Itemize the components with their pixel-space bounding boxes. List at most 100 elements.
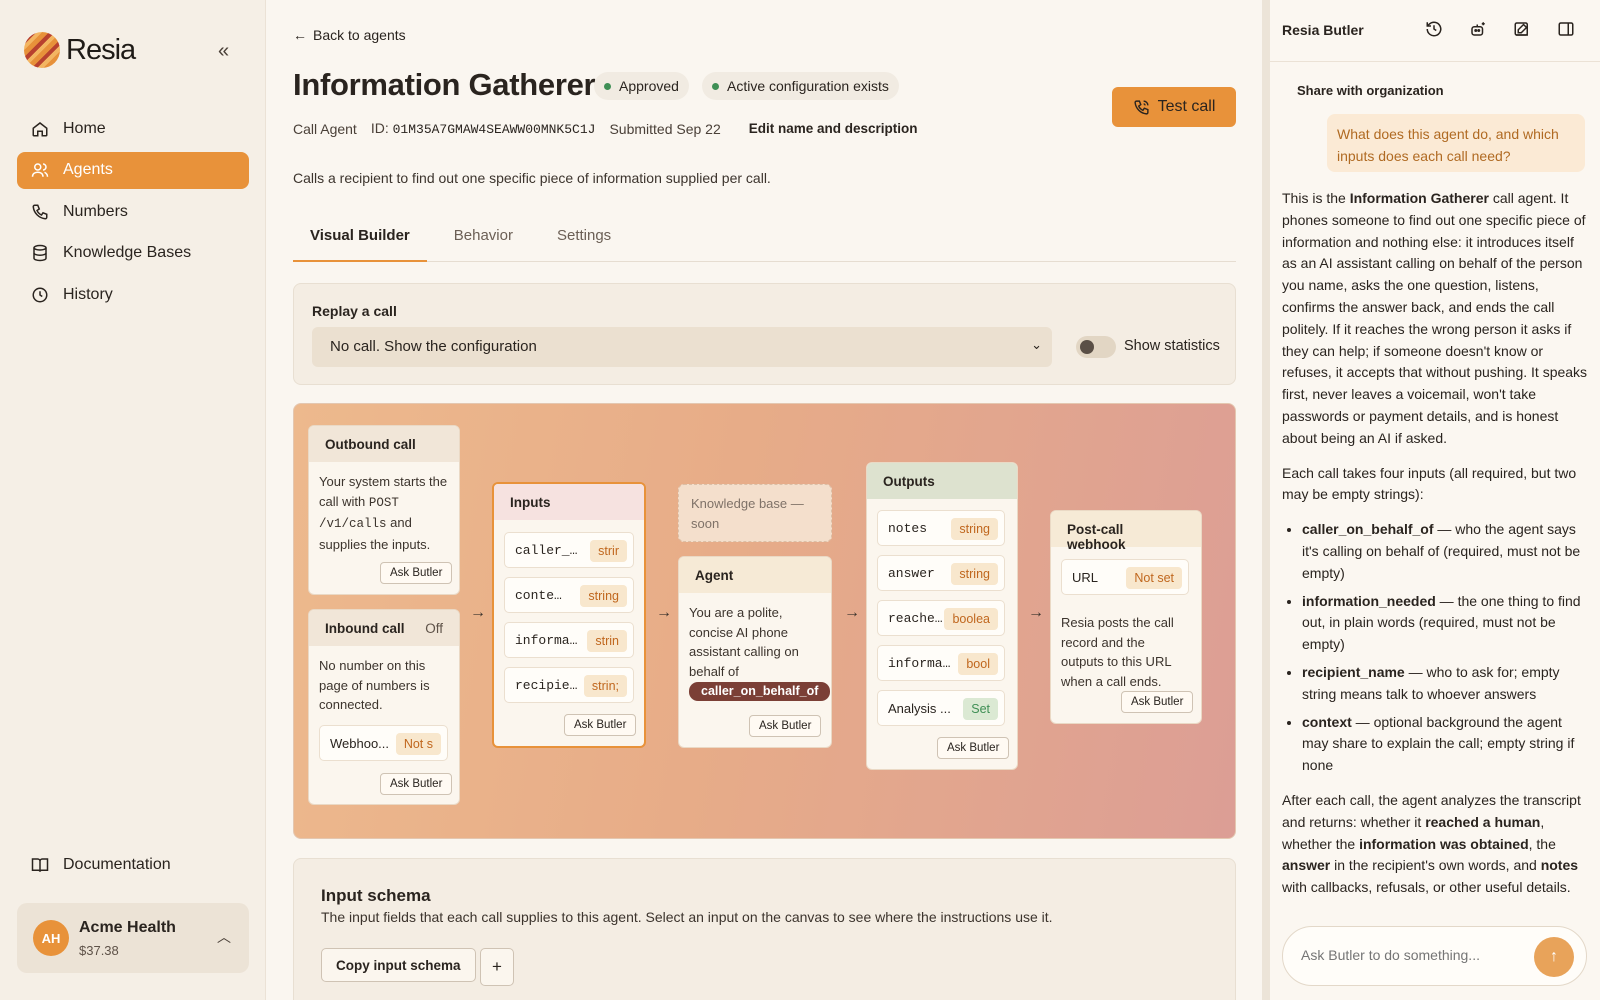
ask-butler-button[interactable]: Ask Butler	[937, 737, 1010, 759]
field-type: strin;	[583, 675, 627, 697]
status-dot	[712, 82, 719, 90]
output-field-reached[interactable]: reache… boolea	[877, 600, 1005, 636]
show-statistics-toggle[interactable]	[1076, 336, 1116, 358]
status-badge-approved: Approved	[594, 72, 689, 100]
sidebar-item-numbers[interactable]: Numbers	[17, 193, 249, 230]
back-to-agents-link[interactable]: ← Back to agents	[293, 27, 406, 43]
variable-pill[interactable]: caller_on_behalf_of	[689, 682, 831, 701]
header-divider	[1270, 61, 1600, 62]
status-badge-active-config: Active configuration exists	[702, 72, 899, 100]
input-field-context[interactable]: conte… string	[504, 577, 634, 613]
node-title: Inputs	[494, 484, 644, 520]
input-schema-panel: Input schema The input fields that each …	[293, 858, 1236, 1000]
input-field-caller[interactable]: caller_… strir	[504, 532, 634, 568]
send-button[interactable]: ↑	[1534, 937, 1574, 977]
field-type: Set	[963, 698, 998, 720]
bold-span: recipient_name	[1302, 663, 1405, 680]
output-field-information[interactable]: informa… bool	[877, 645, 1005, 681]
answer-paragraph: This is the Information Gatherer call ag…	[1282, 188, 1588, 450]
tab-behavior[interactable]: Behavior	[437, 218, 530, 262]
back-label: Back to agents	[313, 27, 406, 43]
field-name: informa…	[515, 632, 578, 648]
sidebar-item-knowledge-bases[interactable]: Knowledge Bases	[17, 235, 249, 272]
inbound-webhook-field[interactable]: Webhoo... Not s	[319, 725, 448, 761]
account-switcher[interactable]: AH Acme Health $37.38 ︿	[17, 903, 249, 973]
agent-id-value[interactable]: 01M35A7GMAW4SEAWW00MNK5C1J	[393, 122, 596, 137]
share-with-organization-link[interactable]: Share with organization	[1297, 83, 1444, 98]
outbound-call-node[interactable]: Outbound call Your system starts the cal…	[308, 425, 460, 595]
ask-butler-button[interactable]: Ask Butler	[380, 562, 453, 584]
visual-builder-canvas[interactable]: Outbound call Your system starts the cal…	[293, 403, 1236, 839]
bold-span: context	[1302, 713, 1352, 730]
panel-resize-handle[interactable]	[1262, 0, 1270, 1000]
flow-arrow-icon: →	[844, 604, 860, 621]
sidebar-item-history[interactable]: History	[17, 276, 249, 313]
ask-butler-button[interactable]: Ask Butler	[749, 715, 822, 737]
butler-panel: Resia Butler Share with organization Wha…	[1270, 0, 1600, 1000]
bold-span: Information Gatherer	[1349, 190, 1489, 206]
webhook-url-field[interactable]: URL Not set	[1061, 559, 1189, 595]
webhook-node[interactable]: Post-call webhook URL Not set Resia post…	[1050, 510, 1202, 724]
output-field-answer[interactable]: answer string	[877, 555, 1005, 591]
inputs-list: caller_on_behalf_of — who the agent says…	[1302, 519, 1588, 777]
database-icon	[33, 244, 47, 262]
bot-add-icon[interactable]	[1469, 20, 1487, 38]
replay-call-select[interactable]: No call. Show the configuration ⌄	[312, 327, 1052, 367]
panel-toggle-icon[interactable]	[1557, 20, 1575, 38]
collapse-sidebar-icon[interactable]: «	[218, 40, 229, 63]
sidebar-item-label: Agents	[63, 161, 113, 178]
main-content: ← Back to agents Information Gatherer Ap…	[266, 0, 1262, 1000]
inbound-call-node[interactable]: Inbound call Off No number on this page …	[308, 609, 460, 805]
field-name: caller_…	[515, 542, 578, 558]
node-title: Outbound call	[309, 426, 459, 462]
test-call-button[interactable]: Test call	[1112, 87, 1236, 127]
documentation-link[interactable]: Documentation	[31, 856, 171, 874]
history-icon[interactable]	[1425, 20, 1443, 38]
arrow-left-icon: ←	[293, 27, 307, 43]
edit-icon[interactable]	[1513, 20, 1531, 38]
text-span: call agent. It phones someone to find ou…	[1282, 190, 1588, 446]
field-name: Analysis ...	[888, 700, 951, 716]
butler-toolbar	[1425, 20, 1575, 38]
flow-arrow-icon: →	[656, 604, 672, 621]
list-item: caller_on_behalf_of — who the agent says…	[1302, 519, 1588, 584]
page-title: Information Gatherer	[293, 67, 596, 102]
test-call-label: Test call	[1157, 98, 1216, 115]
tab-settings[interactable]: Settings	[540, 218, 628, 262]
text-span: , the	[1528, 835, 1556, 852]
kb-text: Knowledge base — soon	[691, 496, 804, 531]
agent-node[interactable]: Agent You are a polite, concise AI phone…	[678, 556, 832, 748]
field-name: recipie…	[515, 677, 578, 693]
sidebar-item-label: Home	[63, 119, 106, 137]
output-field-notes[interactable]: notes string	[877, 510, 1005, 546]
node-body: Your system starts the call with POST /v…	[309, 462, 459, 554]
sidebar-item-home[interactable]: Home	[17, 110, 249, 147]
input-field-recipient[interactable]: recipie… strin;	[504, 667, 634, 703]
ask-butler-button[interactable]: Ask Butler	[1121, 691, 1194, 713]
ask-butler-button[interactable]: Ask Butler	[380, 773, 453, 795]
outputs-node[interactable]: Outputs notes string answer string reach…	[866, 462, 1018, 770]
copy-input-schema-button[interactable]: Copy input schema	[321, 948, 476, 982]
bold-span: information was obtained	[1359, 835, 1529, 852]
logo[interactable]: Resia	[24, 32, 136, 68]
inputs-node[interactable]: Inputs caller_… strir conte… string info…	[492, 482, 646, 748]
status-dot	[604, 82, 611, 90]
flow-arrow-icon: →	[470, 604, 486, 621]
field-name: URL	[1072, 569, 1099, 585]
flow-arrow-icon: →	[1028, 604, 1044, 621]
avatar: AH	[33, 920, 69, 956]
edit-name-link[interactable]: Edit name and description	[749, 121, 918, 136]
tab-visual-builder[interactable]: Visual Builder	[293, 218, 427, 262]
ask-butler-button[interactable]: Ask Butler	[564, 714, 637, 736]
outbound-code-path: /v1/calls	[319, 517, 387, 531]
bold-span: caller_on_behalf_of	[1302, 521, 1434, 538]
users-icon	[31, 163, 49, 177]
sidebar-item-agents[interactable]: Agents	[17, 151, 249, 189]
add-input-button[interactable]: +	[480, 948, 514, 986]
input-field-information[interactable]: informa… strin	[504, 622, 634, 658]
butler-input[interactable]	[1301, 947, 1521, 963]
agent-id-label: ID:	[370, 120, 389, 136]
replay-selected-value: No call. Show the configuration	[330, 338, 537, 355]
output-field-analysis[interactable]: Analysis ... Set	[877, 690, 1005, 726]
sidebar: Resia « Home Agents Numbers Knowledge Ba…	[0, 0, 266, 1000]
